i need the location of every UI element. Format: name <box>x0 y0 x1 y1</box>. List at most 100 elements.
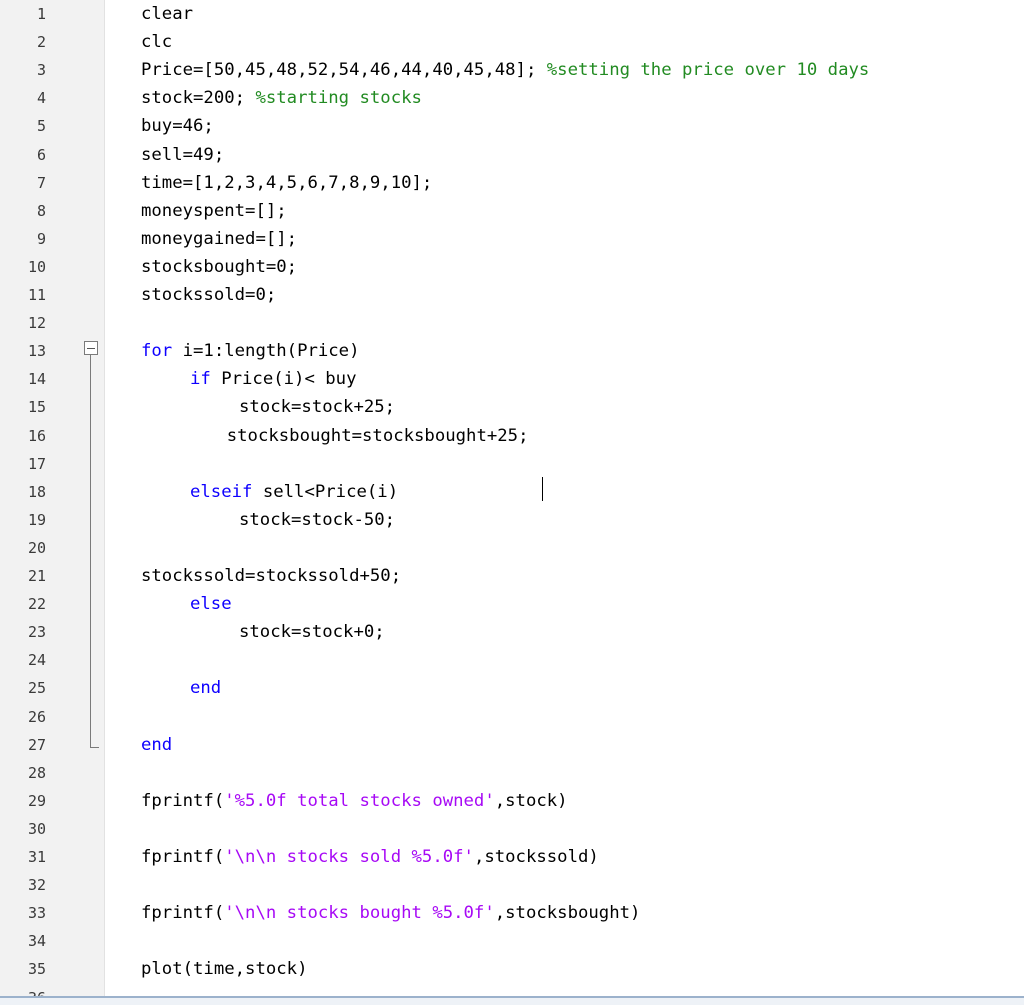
code-line[interactable]: buy=46; <box>141 112 214 140</box>
code-line[interactable]: if Price(i)< buy <box>190 365 356 393</box>
code-token-string: '\n\n stocks sold %5.0f' <box>224 847 474 867</box>
line-number: 13 <box>27 342 46 361</box>
code-line[interactable]: plot(time,stock) <box>141 955 307 983</box>
code-token-code: sell<Price(i) <box>252 481 399 502</box>
code-line[interactable]: stock=stock-50; <box>239 506 395 534</box>
code-line[interactable]: sell=49; <box>141 141 224 169</box>
code-token-keyword: elseif <box>190 481 253 502</box>
code-line[interactable]: stock=stock+25; <box>239 393 395 421</box>
collapse-minus-icon[interactable] <box>84 341 98 355</box>
code-token-keyword: end <box>190 678 222 699</box>
line-number: 31 <box>27 848 46 866</box>
line-number: 18 <box>27 482 46 501</box>
code-token-keyword: end <box>141 734 173 755</box>
line-number: 30 <box>27 819 46 838</box>
line-number: 2 <box>36 33 46 52</box>
code-token-code: plot(time,stock) <box>141 959 308 980</box>
line-number: 32 <box>27 876 46 895</box>
code-token-code: fprintf( <box>141 790 225 811</box>
code-line[interactable]: Price=[50,45,48,52,54,46,44,40,45,48]; %… <box>141 56 869 84</box>
code-line[interactable]: stock=stock+0; <box>239 618 385 646</box>
code-token-code: stocksbought=stocksbought+25; <box>226 425 529 446</box>
code-token-code: stockssold=stockssold+50; <box>141 566 402 586</box>
code-token-code: moneyspent=[]; <box>141 200 287 221</box>
code-line[interactable]: stocksbought=stocksbought+25; <box>227 422 529 450</box>
code-line[interactable]: end <box>190 674 221 702</box>
code-line[interactable]: moneygained=[]; <box>141 225 297 253</box>
code-token-code: fprintf( <box>141 903 225 924</box>
code-token-code: i=1:length(Price) <box>172 341 360 362</box>
line-number: 20 <box>27 538 46 557</box>
line-number: 22 <box>27 595 46 614</box>
line-number: 24 <box>27 651 46 670</box>
fold-guide-end <box>90 747 99 748</box>
text-caret <box>542 477 543 501</box>
line-number: 10 <box>27 257 46 276</box>
code-line[interactable]: fprintf('\n\n stocks bought %5.0f',stock… <box>141 899 640 927</box>
code-token-keyword: else <box>190 594 232 615</box>
code-token-comment: %starting stocks <box>255 88 422 109</box>
line-number: 29 <box>27 791 46 810</box>
line-number: 34 <box>27 932 46 951</box>
line-number: 27 <box>27 735 46 754</box>
code-line[interactable]: end <box>141 731 172 759</box>
code-token-code: Price=[50,45,48,52,54,46,44,40,45,48]; <box>141 60 547 81</box>
code-token-code: moneygained=[]; <box>141 228 298 249</box>
code-line[interactable]: stockssold=stockssold+50; <box>141 562 401 590</box>
line-number: 28 <box>27 763 46 782</box>
line-number: 4 <box>36 89 46 108</box>
code-token-string: '\n\n stocks bought %5.0f' <box>224 903 495 924</box>
code-line[interactable]: fprintf('\n\n stocks sold %5.0f',stockss… <box>141 843 599 871</box>
code-editor[interactable]: 1 2 3 4 5 6 7 8 9 10 11 12 13 14 15 16 17 18 19 20 21 22 23 24 2… <box>0 0 1024 1005</box>
line-number: 12 <box>27 314 46 333</box>
code-line[interactable]: time=[1,2,3,4,5,6,7,8,9,10]; <box>141 169 432 197</box>
code-token-code: ,stock) <box>494 790 568 811</box>
code-line[interactable]: moneyspent=[]; <box>141 197 287 225</box>
line-number: 23 <box>27 623 46 642</box>
code-line[interactable]: elseif sell<Price(i) <box>190 478 398 506</box>
line-number: 26 <box>27 707 46 726</box>
code-line[interactable]: fprintf('%5.0f total stocks owned',stock… <box>141 787 568 815</box>
line-number: 5 <box>36 117 46 136</box>
code-area[interactable]: clear clc Price=[50,45,48,52,54,46,44,40,4… <box>105 0 1024 996</box>
code-line[interactable]: else <box>190 590 232 618</box>
code-token-code: stock=stock+0; <box>239 622 385 643</box>
code-line[interactable]: stocksbought=0; <box>141 253 297 281</box>
line-number: 36 <box>0 984 46 997</box>
code-token-string: '%5.0f total stocks owned' <box>224 790 495 811</box>
line-number: 9 <box>36 229 46 248</box>
code-token-code: fprintf( <box>141 847 225 867</box>
line-number-gutter: 1 2 3 4 5 6 7 8 9 10 11 12 13 14 15 16 17 18 19 20 21 22 23 24 2… <box>0 0 105 996</box>
code-line[interactable]: stockssold=0; <box>141 281 276 309</box>
code-token-code: ,stockssold) <box>473 847 599 867</box>
code-token-code: stock=stock+25; <box>239 397 396 418</box>
code-token-code: stockssold=0; <box>141 285 277 305</box>
line-number: 19 <box>27 510 46 529</box>
code-token-code: stocksbought=0; <box>141 256 298 277</box>
line-number: 15 <box>27 398 46 417</box>
code-token-code: buy=46; <box>141 116 214 137</box>
code-line[interactable]: clc <box>141 28 172 56</box>
code-line[interactable]: stock=200; %starting stocks <box>141 84 422 112</box>
code-token-keyword: for <box>141 341 173 362</box>
editor-bottom-strip <box>0 998 1024 1005</box>
code-token-code: stock=stock-50; <box>239 509 396 530</box>
line-number: 8 <box>36 201 46 220</box>
code-token-code: sell=49; <box>141 144 225 165</box>
code-token-code: time=[1,2,3,4,5,6,7,8,9,10]; <box>141 172 433 193</box>
fold-guide-line <box>90 355 91 748</box>
code-line[interactable]: clear <box>141 0 193 28</box>
line-number: 21 <box>27 567 46 585</box>
line-number: 25 <box>27 679 46 698</box>
line-number: 35 <box>27 960 46 979</box>
line-number: 6 <box>36 145 46 164</box>
code-line[interactable]: for i=1:length(Price) <box>141 337 360 365</box>
code-token-code: clc <box>141 32 173 53</box>
line-number: 1 <box>36 5 46 23</box>
code-token-code: clear <box>141 4 194 24</box>
line-number: 17 <box>27 454 46 473</box>
code-token-code: Price(i)< buy <box>210 369 357 390</box>
code-token-code: stock=200; <box>141 88 256 109</box>
line-number: 14 <box>27 370 46 389</box>
code-token-keyword: if <box>190 369 211 390</box>
